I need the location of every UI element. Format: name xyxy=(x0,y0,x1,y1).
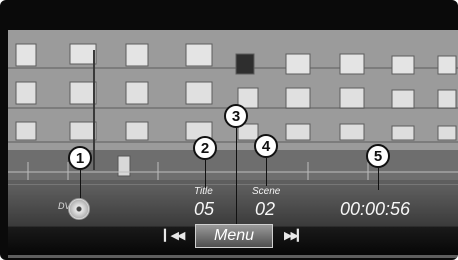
menu-button[interactable]: Menu xyxy=(195,224,273,248)
skip-next-icon[interactable]: ▶▶▎ xyxy=(284,229,305,242)
callout-2-leader xyxy=(205,160,206,188)
callout-1-leader xyxy=(80,170,81,198)
callout-5: 5 xyxy=(366,144,390,168)
scene-label: Scene xyxy=(252,186,281,197)
callout-3: 3 xyxy=(224,104,248,128)
callout-5-leader xyxy=(378,166,379,190)
title-number: 05 xyxy=(194,199,215,219)
callout-4-leader xyxy=(266,158,267,186)
callout-4: 4 xyxy=(254,134,278,158)
disc-icon xyxy=(68,198,90,220)
title-label: Title xyxy=(194,186,213,197)
scene-number: 02 xyxy=(255,199,276,219)
dvd-player-screen: DVD Title 05 Scene 02 00:00:56 ▎◀◀ Menu … xyxy=(0,0,458,260)
callout-1: 1 xyxy=(68,146,92,170)
skip-previous-icon[interactable]: ▎◀◀ xyxy=(164,229,185,242)
callout-3-leader xyxy=(236,128,237,224)
callout-2: 2 xyxy=(193,136,217,160)
elapsed-time: 00:00:56 xyxy=(340,199,411,219)
